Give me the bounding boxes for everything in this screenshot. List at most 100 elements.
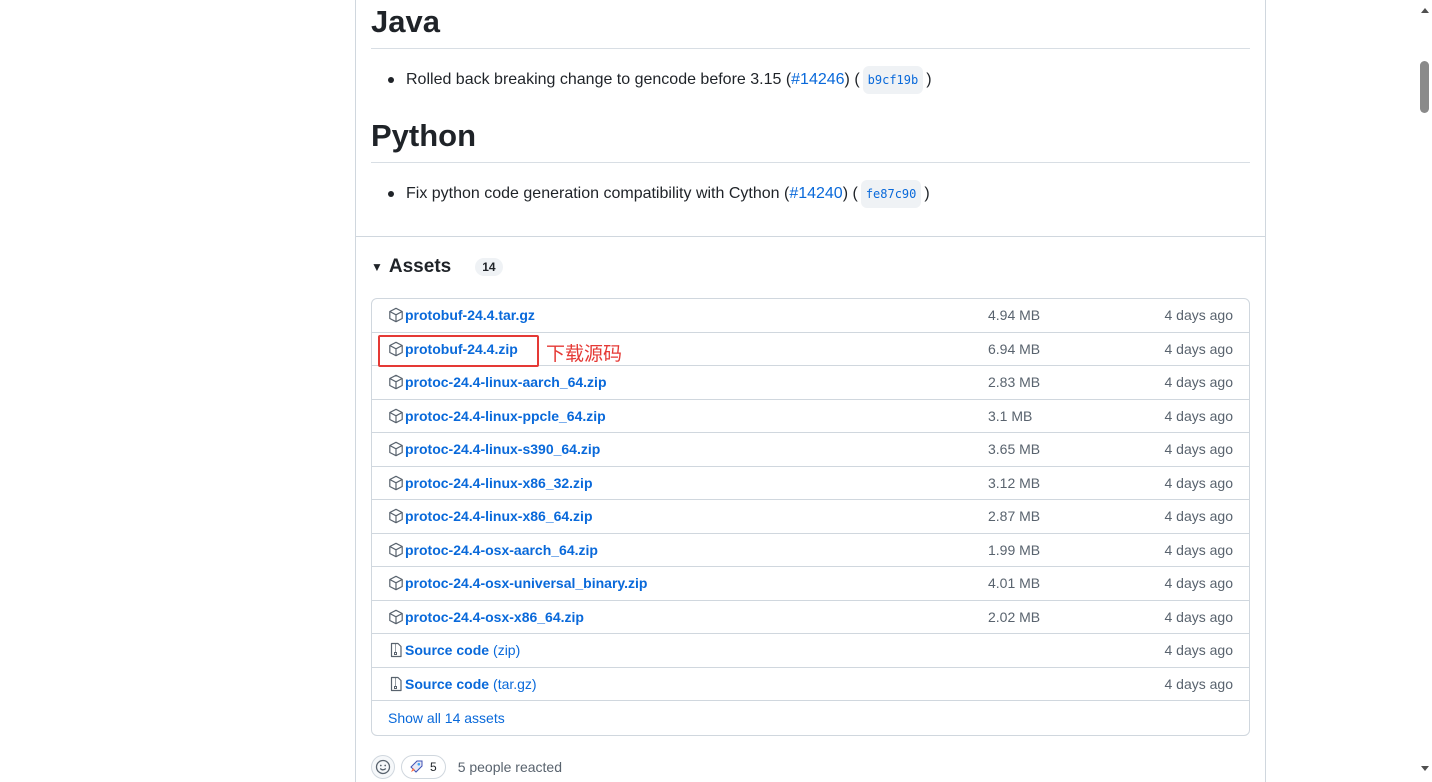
package-icon <box>388 408 405 424</box>
asset-row: protoc-24.4-linux-aarch_64.zip 2.83 MB 4 d… <box>372 366 1249 400</box>
java-heading: Java <box>371 0 1250 49</box>
asset-link[interactable]: protoc-24.4-linux-x86_32.zip <box>388 475 593 491</box>
python-note-end: ) <box>924 185 930 202</box>
package-icon <box>388 508 405 524</box>
java-note-mid: ) ( <box>844 71 860 88</box>
asset-link[interactable]: protobuf-24.4.tar.gz <box>388 307 535 323</box>
asset-size: 2.83 MB <box>988 374 1041 391</box>
vertical-scrollbar[interactable] <box>1418 0 1432 782</box>
asset-link[interactable]: protoc-24.4-linux-x86_64.zip <box>388 508 593 524</box>
asset-name-label: protoc-24.4-linux-s390_64.zip <box>405 441 601 458</box>
assets-count-badge: 14 <box>475 258 503 276</box>
reactions-bar: 5 5 people reacted <box>371 755 562 779</box>
scroll-down-arrow-icon[interactable] <box>1421 766 1429 771</box>
source-code-link[interactable]: Source code (tar.gz) <box>388 676 537 692</box>
asset-date: 4 days ago <box>1164 340 1234 357</box>
assets-title: Assets <box>388 256 452 277</box>
asset-date: 4 days ago <box>1164 374 1234 391</box>
rocket-reaction-button[interactable]: 5 <box>401 755 446 779</box>
asset-name-label: protoc-24.4-linux-x86_32.zip <box>405 474 593 491</box>
package-icon <box>388 542 405 558</box>
python-note-text: Fix python code generation compatibility… <box>406 185 790 202</box>
rocket-icon <box>410 760 423 773</box>
scroll-up-arrow-icon[interactable] <box>1421 8 1429 13</box>
python-commit-link[interactable]: fe87c90 <box>860 180 922 208</box>
show-all-assets-link[interactable]: Show all 14 assets <box>388 710 505 726</box>
caret-down-icon: ▼ <box>371 260 383 274</box>
asset-name-label: protobuf-24.4.tar.gz <box>405 307 535 324</box>
source-code-row: Source code (zip) 4 days ago <box>372 634 1249 668</box>
asset-row: protoc-24.4-linux-ppcle_64.zip 3.1 MB 4 da… <box>372 400 1249 433</box>
reactions-summary: 5 people reacted <box>457 759 562 775</box>
asset-date: 4 days ago <box>1164 642 1234 659</box>
java-note-text: Rolled back breaking change to gencode b… <box>406 71 792 88</box>
asset-link[interactable]: protoc-24.4-osx-x86_64.zip <box>388 609 584 625</box>
python-heading: Python <box>371 114 1250 163</box>
section-divider <box>356 236 1265 237</box>
asset-link[interactable]: protoc-24.4-linux-aarch_64.zip <box>388 374 607 390</box>
asset-date: 4 days ago <box>1164 608 1234 625</box>
python-pr-link[interactable]: #14240 <box>789 182 842 206</box>
asset-name-label: protoc-24.4-osx-x86_64.zip <box>405 608 584 625</box>
asset-name-label: protoc-24.4-linux-x86_64.zip <box>405 508 593 525</box>
asset-size: 4.01 MB <box>988 575 1041 592</box>
asset-row: protoc-24.4-linux-x86_64.zip 2.87 MB 4 day… <box>372 500 1249 534</box>
package-icon <box>388 441 405 457</box>
asset-name-label: protoc-24.4-osx-universal_binary.zip <box>405 575 648 592</box>
asset-row: protoc-24.4-osx-aarch_64.zip 1.99 MB 4 day… <box>372 534 1249 567</box>
asset-date: 4 days ago <box>1164 675 1234 692</box>
asset-row: protobuf-24.4.tar.gz 4.94 MB 4 days ago <box>372 299 1249 333</box>
asset-name-label: protoc-24.4-osx-aarch_64.zip <box>405 541 598 558</box>
asset-size: 1.99 MB <box>988 541 1041 558</box>
asset-name-label: protoc-24.4-linux-aarch_64.zip <box>405 374 607 391</box>
source-code-ext: (tar.gz) <box>493 675 537 692</box>
asset-date: 4 days ago <box>1164 575 1234 592</box>
package-icon <box>388 575 405 591</box>
file-zip-icon <box>388 676 405 692</box>
asset-row: protoc-24.4-osx-x86_64.zip 2.02 MB 4 days … <box>372 601 1249 634</box>
package-icon <box>388 374 405 390</box>
source-code-label: Source code <box>405 675 490 692</box>
add-reaction-button[interactable] <box>371 755 395 779</box>
package-icon <box>388 475 405 491</box>
source-code-row: Source code (tar.gz) 4 days ago <box>372 668 1249 701</box>
annotation-highlight-box <box>378 335 539 367</box>
asset-link[interactable]: protoc-24.4-osx-universal_binary.zip <box>388 575 647 591</box>
package-icon <box>388 307 405 323</box>
release-card: Java Rolled back breaking change to genc… <box>355 0 1266 782</box>
smiley-icon <box>375 759 391 775</box>
asset-size: 3.12 MB <box>988 474 1041 491</box>
scroll-thumb[interactable] <box>1420 61 1429 113</box>
asset-size: 2.87 MB <box>988 508 1041 525</box>
asset-date: 4 days ago <box>1164 441 1234 458</box>
java-pr-link[interactable]: #14246 <box>791 68 844 92</box>
source-code-link[interactable]: Source code (zip) <box>388 642 520 658</box>
asset-name-label: protoc-24.4-linux-ppcle_64.zip <box>405 407 606 424</box>
asset-size: 2.02 MB <box>988 608 1041 625</box>
asset-size: 4.94 MB <box>988 307 1041 324</box>
asset-date: 4 days ago <box>1164 541 1234 558</box>
source-code-ext: (zip) <box>493 642 521 659</box>
asset-date: 4 days ago <box>1164 407 1234 424</box>
python-note-mid: ) ( <box>842 185 858 202</box>
assets-toggle[interactable]: ▼ Assets 14 <box>371 256 503 278</box>
java-note-end: ) <box>926 71 932 88</box>
asset-link[interactable]: protoc-24.4-osx-aarch_64.zip <box>388 542 598 558</box>
asset-row: protoc-24.4-linux-s390_64.zip 3.65 MB 4 da… <box>372 433 1249 467</box>
annotation-label: 下载源码 <box>546 343 623 365</box>
file-zip-icon <box>388 642 405 658</box>
asset-link[interactable]: protoc-24.4-linux-ppcle_64.zip <box>388 408 606 424</box>
asset-row: protoc-24.4-linux-x86_32.zip 3.12 MB 4 day… <box>372 467 1249 500</box>
asset-size: 3.65 MB <box>988 441 1041 458</box>
asset-size: 6.94 MB <box>988 340 1041 357</box>
asset-link[interactable]: protoc-24.4-linux-s390_64.zip <box>388 441 600 457</box>
asset-row: protoc-24.4-osx-universal_binary.zip 4.01… <box>372 567 1249 601</box>
asset-date: 4 days ago <box>1164 508 1234 525</box>
release-page: Java Rolled back breaking change to genc… <box>0 0 1432 782</box>
python-note-item: Fix python code generation compatibility… <box>388 180 930 208</box>
asset-date: 4 days ago <box>1164 307 1234 324</box>
asset-size: 3.1 MB <box>988 407 1033 424</box>
rocket-reaction-count: 5 <box>430 760 437 774</box>
java-commit-link[interactable]: b9cf19b <box>862 66 924 94</box>
package-icon <box>388 609 405 625</box>
